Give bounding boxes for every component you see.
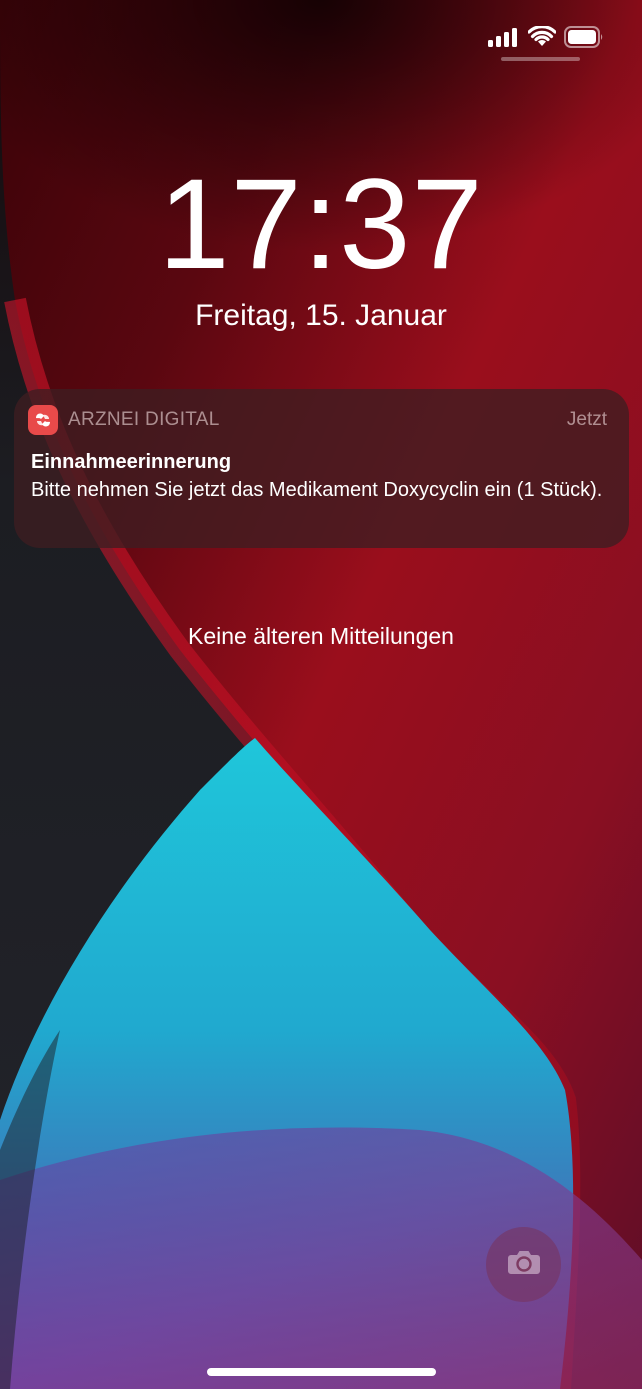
battery-icon <box>564 26 604 48</box>
no-older-notifications: Keine älteren Mitteilungen <box>188 623 454 649</box>
camera-icon <box>507 1249 541 1280</box>
lock-screen-date: Freitag, 15. Januar <box>195 299 447 332</box>
wifi-icon <box>528 26 556 48</box>
notification-card[interactable]: ARZNEI DIGITAL Jetzt Einnahmeerinnerung … <box>14 389 629 548</box>
cellular-signal-icon <box>488 27 520 47</box>
lock-screen: 17:37 Freitag, 15. Januar ARZNEI DIGITAL… <box>0 0 642 1389</box>
notification-body: Bitte nehmen Sie jetzt das Medikament Do… <box>31 479 603 501</box>
notification-time: Jetzt <box>566 409 607 430</box>
notification-app-name: ARZNEI DIGITAL <box>68 409 220 430</box>
control-center-grabber[interactable] <box>501 57 580 61</box>
camera-button[interactable] <box>486 1227 561 1302</box>
home-indicator[interactable] <box>207 1368 436 1376</box>
notification-title: Einnahmeerinnerung <box>31 451 232 473</box>
arznei-digital-app-icon <box>28 405 58 435</box>
lock-screen-time: 17:37 <box>158 153 484 296</box>
status-bar <box>488 22 604 52</box>
